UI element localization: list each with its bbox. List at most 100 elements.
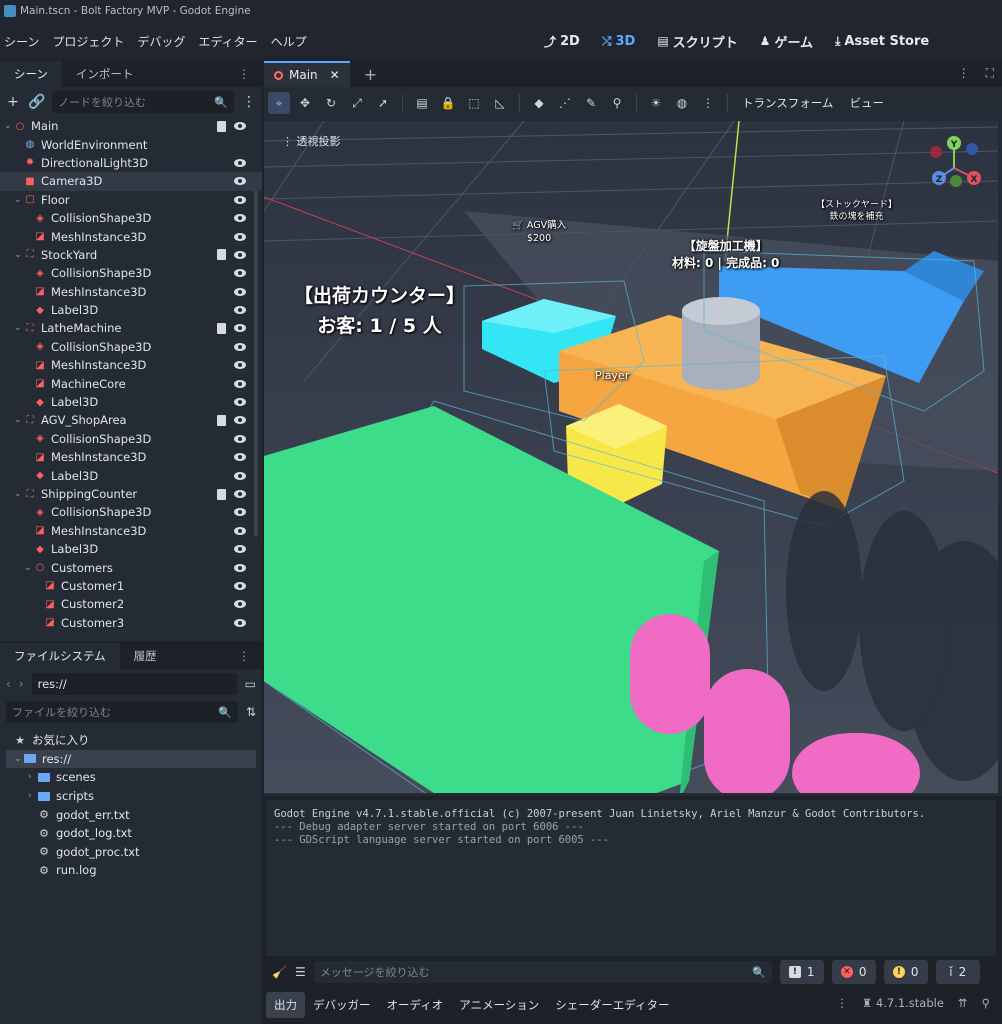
tab-shader-editor[interactable]: シェーダーエディター [547,992,677,1018]
bottom-menu-icon[interactable]: ⋮ [836,996,848,1010]
scene-tree-node[interactable]: ◪ MeshInstance3D [0,448,262,466]
more-icon[interactable]: ⋮ [697,92,719,114]
chevron-down-icon[interactable]: ⌄ [4,121,14,131]
visibility-eye-icon[interactable] [234,361,246,370]
tab-menu-icon[interactable]: ⋮ [958,66,970,81]
file-list-item[interactable]: ⌄ res:// [6,749,256,769]
path-field[interactable]: res:// [31,673,237,695]
attached-script-icon[interactable] [217,488,226,500]
visibility-eye-icon[interactable] [234,122,246,131]
layout-toggle-icon[interactable]: ▭ [245,677,256,691]
file-list-item[interactable]: ⚙ run.log [0,861,262,880]
chevron-down-icon[interactable]: ⌄ [14,415,24,425]
tab-debugger[interactable]: デバッガー [305,992,379,1018]
move-mode-icon[interactable]: ✥ [294,92,316,114]
visibility-eye-icon[interactable] [234,177,246,186]
visibility-eye-icon[interactable] [234,269,246,278]
visibility-eye-icon[interactable] [234,581,246,590]
visibility-eye-icon[interactable] [234,526,246,535]
visibility-eye-icon[interactable] [234,232,246,241]
menu-editor[interactable]: エディター [198,33,264,50]
menu-scene[interactable]: シーン [4,33,46,50]
visibility-eye-icon[interactable] [234,287,246,296]
file-list-item[interactable]: › scenes [0,768,262,787]
back-icon[interactable]: ‹ [6,677,11,691]
file-list-item[interactable]: ⚙ godot_proc.txt [0,843,262,862]
scene-tree-node[interactable]: ✹ DirectionalLight3D [0,154,262,172]
tab-scene[interactable]: シーン [0,61,62,87]
tab-animation[interactable]: アニメーション [451,992,547,1018]
fs-menu-icon[interactable]: ⋮ [238,649,250,663]
chevron-down-icon[interactable]: ⌄ [14,754,24,764]
add-tab-icon[interactable]: + [364,65,377,84]
chevron-right-icon[interactable]: › [28,772,38,782]
visibility-eye-icon[interactable] [234,398,246,407]
scene-tree-node[interactable]: ⌄ ○ Main [0,117,262,135]
visibility-eye-icon[interactable] [234,250,246,259]
message-filter-input[interactable]: メッセージを絞り込む 🔍 [313,961,772,983]
version-label[interactable]: ♜ 4.7.1.stable [862,996,944,1010]
lock-icon[interactable]: 🔒 [437,92,459,114]
mode-script-button[interactable]: ▤ スクリプト [649,27,745,55]
mode-2d-button[interactable]: ⤴ 2D [536,27,588,55]
3d-viewport[interactable]: Y X Z ⋮ 透視投影 【出荷カウンター】 お客: 1 / 5 人 【旋盤加工… [264,121,998,793]
visibility-eye-icon[interactable] [234,158,246,167]
attached-script-icon[interactable] [217,120,226,132]
scene-tab-main[interactable]: Main ✕ [264,61,350,87]
message-count-button[interactable]: ! 1 [779,960,824,984]
attached-script-icon[interactable] [217,322,226,334]
visibility-eye-icon[interactable] [234,545,246,554]
local-space-icon[interactable]: ◆ [528,92,550,114]
chevron-down-icon[interactable]: ⌄ [14,195,24,205]
scene-tree-node[interactable]: ◈ CollisionShape3D [0,338,262,356]
visibility-eye-icon[interactable] [234,434,246,443]
ruler-icon[interactable]: ▤ [411,92,433,114]
mode-asset-store-button[interactable]: ⤓ Asset Store [827,27,937,55]
sort-icon[interactable]: ⇅ [246,705,256,719]
scene-tree-node[interactable]: ◪ MeshInstance3D [0,356,262,374]
visibility-eye-icon[interactable] [234,618,246,627]
distraction-free-icon[interactable]: ⛶ [986,66,994,81]
scene-tree-node[interactable]: ■ Camera3D [0,172,262,191]
rotate-mode-icon[interactable]: ↻ [320,92,342,114]
forward-icon[interactable]: › [19,677,24,691]
scene-tree-node[interactable]: ⌄ ▢ Floor [0,191,262,209]
mode-3d-button[interactable]: ⤭ 3D [594,27,643,55]
scene-tree-node[interactable]: ◪ MachineCore [0,374,262,392]
scene-tree-node[interactable]: ◆ Label3D [0,540,262,558]
environment-icon[interactable]: ◍ [671,92,693,114]
expand-panel-icon[interactable]: ⇈ [958,996,968,1010]
scene-tree-node[interactable]: ⌄ ○ Customers [0,558,262,576]
visibility-eye-icon[interactable] [234,600,246,609]
sun-icon[interactable]: ☀ [645,92,667,114]
tab-audio[interactable]: オーディオ [379,992,452,1018]
scene-tree-node[interactable]: ⌄ ⛶ StockYard [0,246,262,264]
scene-tree-node[interactable]: ◪ Customer2 [0,595,262,613]
chevron-down-icon[interactable]: ⌄ [14,323,24,333]
warning-count-button[interactable]: ! 0 [883,960,928,984]
visibility-eye-icon[interactable] [234,342,246,351]
list-select-icon[interactable]: ➚ [372,92,394,114]
transform-menu[interactable]: トランスフォーム [736,95,839,111]
scene-tree-node[interactable]: ◈ CollisionShape3D [0,264,262,282]
link-icon[interactable]: 🔗 [28,94,46,110]
visibility-eye-icon[interactable] [234,306,246,315]
error-count-button[interactable]: ✕ 0 [831,960,876,984]
select-mode-icon[interactable]: ⌖ [268,92,290,114]
attached-script-icon[interactable] [217,414,226,426]
file-list-item[interactable]: ★ お気に入り [0,731,262,750]
visibility-eye-icon[interactable] [234,490,246,498]
visibility-eye-icon[interactable] [234,508,246,517]
menu-help[interactable]: ヘルプ [271,33,314,50]
scene-tree-node[interactable]: ⌄ ⛶ AGV_ShopArea [0,411,262,429]
attached-script-icon[interactable] [217,249,226,261]
scene-tree-node[interactable]: ◪ MeshInstance3D [0,522,262,540]
tab-import[interactable]: インポート [62,61,148,87]
visibility-eye-icon[interactable] [234,416,246,425]
tab-filesystem[interactable]: ファイルシステム [0,643,120,669]
scene-tree-node[interactable]: ◪ Customer1 [0,577,262,595]
chevron-down-icon[interactable]: ⌄ [14,250,24,260]
pin-panel-icon[interactable]: ⚲ [982,996,990,1010]
mode-game-button[interactable]: ♟ ゲーム [752,27,821,55]
file-filter-input[interactable]: ファイルを絞り込む 🔍 [6,701,238,723]
